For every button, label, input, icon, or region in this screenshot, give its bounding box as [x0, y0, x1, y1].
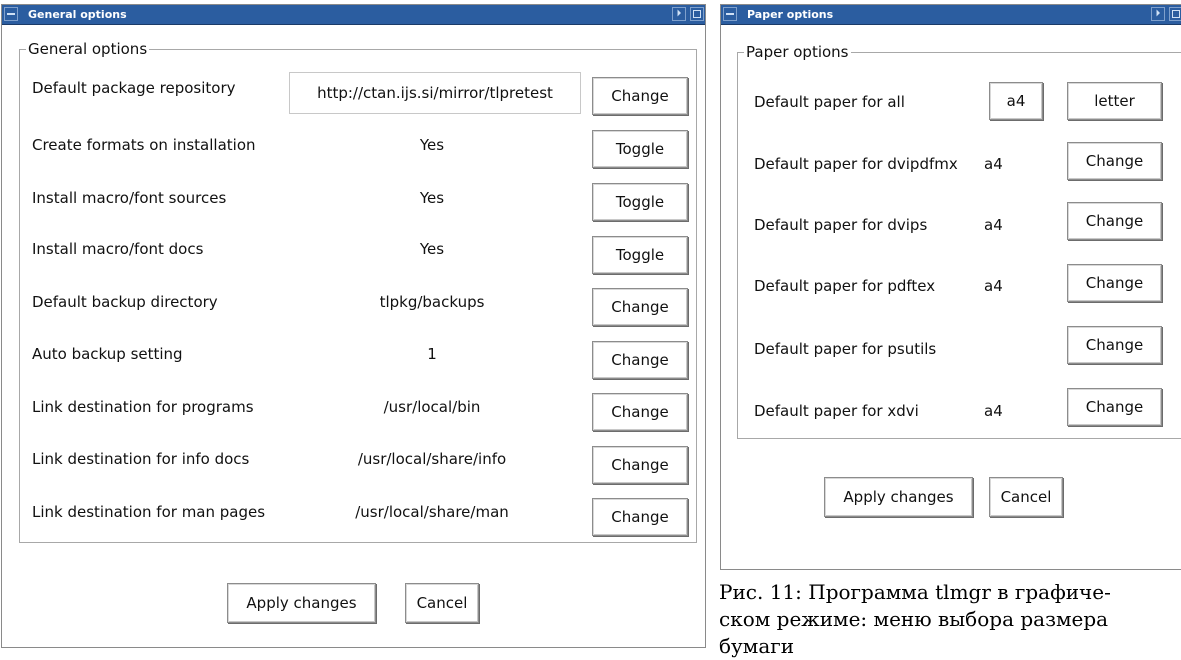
apply-changes-button[interactable]: Apply changes [824, 477, 973, 517]
setting-label: Link destination for man pages [32, 503, 266, 521]
setting-value: Yes [419, 189, 445, 207]
paper-letter-button[interactable]: letter [1067, 82, 1162, 120]
setting-label: Link destination for info docs [32, 450, 250, 468]
group-label: General options [26, 40, 150, 58]
window-menu-icon[interactable] [723, 7, 737, 21]
setting-label: Link destination for programs [32, 398, 254, 416]
figure-caption: Рис. 11: Программа tlmgr в графиче- ском… [719, 579, 1181, 660]
window-menu-icon[interactable] [4, 7, 18, 21]
maximize-icon[interactable] [690, 7, 704, 21]
minimize-icon[interactable]: 🞂 [672, 7, 686, 21]
window-title: Paper options [747, 8, 834, 21]
toggle-install-sources-button[interactable]: Toggle [592, 183, 688, 221]
paper-options-window: Paper options 🞂 Paper options Default pa… [720, 4, 1181, 570]
setting-label: Default package repository [32, 79, 236, 97]
change-auto-backup-button[interactable]: Change [592, 341, 688, 379]
change-backup-directory-button[interactable]: Change [592, 288, 688, 326]
change-pdftex-button[interactable]: Change [1067, 264, 1162, 302]
setting-value: a4 [984, 402, 1003, 420]
setting-label: Default paper for xdvi [754, 402, 919, 420]
toggle-create-formats-button[interactable]: Toggle [592, 130, 688, 168]
general-options-window: General options 🞂 General options Defaul… [1, 4, 706, 648]
change-programs-link-button[interactable]: Change [592, 393, 688, 431]
repository-input[interactable] [289, 72, 581, 114]
caption-line: бумаги [719, 634, 795, 658]
setting-value: /usr/local/share/man [355, 503, 509, 521]
maximize-icon[interactable] [1169, 7, 1181, 21]
caption-line: ском режиме: меню выбора размера [719, 607, 1109, 631]
setting-value: a4 [984, 155, 1003, 173]
setting-label: Default paper for all [754, 93, 905, 111]
change-psutils-button[interactable]: Change [1067, 326, 1162, 364]
change-repository-button[interactable]: Change [592, 77, 688, 115]
window-title: General options [28, 8, 127, 21]
caption-line: Рис. 11: Программа tlmgr в графиче- [719, 580, 1111, 604]
setting-value: Yes [419, 240, 445, 258]
setting-label: Auto backup setting [32, 345, 183, 363]
setting-label: Default backup directory [32, 293, 218, 311]
setting-value: /usr/local/bin [383, 398, 481, 416]
setting-label: Install macro/font docs [32, 240, 204, 258]
minimize-icon[interactable]: 🞂 [1151, 7, 1165, 21]
change-info-link-button[interactable]: Change [592, 446, 688, 484]
cancel-button[interactable]: Cancel [405, 583, 479, 623]
cancel-button[interactable]: Cancel [989, 477, 1063, 517]
setting-value: a4 [984, 216, 1003, 234]
toggle-install-docs-button[interactable]: Toggle [592, 236, 688, 274]
paper-a4-button[interactable]: a4 [989, 82, 1043, 120]
setting-label: Default paper for dvipdfmx [754, 155, 958, 173]
setting-label: Install macro/font sources [32, 189, 227, 207]
change-dvips-button[interactable]: Change [1067, 202, 1162, 240]
setting-label: Default paper for psutils [754, 340, 937, 358]
setting-label: Default paper for dvips [754, 216, 928, 234]
group-label: Paper options [744, 43, 851, 61]
setting-value: /usr/local/share/info [357, 450, 507, 468]
change-dvipdfmx-button[interactable]: Change [1067, 142, 1162, 180]
setting-label: Default paper for pdftex [754, 277, 936, 295]
paper-options-titlebar[interactable]: Paper options 🞂 [721, 5, 1181, 25]
general-options-titlebar[interactable]: General options 🞂 [2, 5, 705, 25]
change-man-link-button[interactable]: Change [592, 498, 688, 536]
setting-value: Yes [419, 136, 445, 154]
setting-value: tlpkg/backups [379, 293, 485, 311]
setting-label: Create formats on installation [32, 136, 256, 154]
setting-value: a4 [984, 277, 1003, 295]
apply-changes-button[interactable]: Apply changes [227, 583, 376, 623]
change-xdvi-button[interactable]: Change [1067, 388, 1162, 426]
setting-value: 1 [427, 345, 437, 363]
